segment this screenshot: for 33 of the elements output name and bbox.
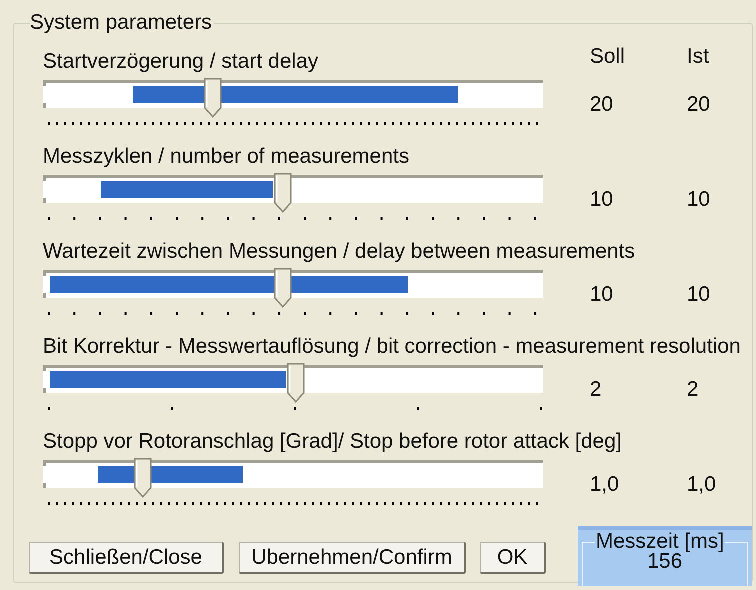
group-title: System parameters (30, 12, 214, 34)
measure-time-value: 156 (647, 551, 683, 575)
actual-value: 1,0 (687, 474, 716, 496)
slider-thumb[interactable] (274, 173, 292, 213)
slider-track[interactable] (43, 268, 543, 308)
target-value: 10 (590, 188, 614, 211)
close-button[interactable]: Schließen/Close (29, 542, 224, 574)
confirm-button[interactable]: Ubernehmen/Confirm (239, 542, 466, 574)
target-value: 1,0 (590, 473, 620, 496)
actual-value: 20 (687, 94, 710, 116)
slider-track[interactable] (43, 173, 543, 213)
target-value: 20 (590, 93, 614, 116)
slider-track[interactable] (43, 458, 543, 498)
slider-thumb[interactable] (204, 78, 222, 118)
parameter-label: Wartezeit zwischen Messungen / delay between measurements (43, 241, 636, 263)
target-value: 10 (590, 283, 614, 306)
ok-button[interactable]: OK (480, 542, 546, 574)
actual-value: 2 (687, 379, 699, 401)
parameter-label: Stopp vor Rotoranschlag [Grad]/ Stop before rotor attack [deg] (43, 431, 622, 453)
actual-value: 10 (687, 284, 710, 306)
target-value: 2 (590, 378, 602, 401)
slider-track[interactable] (43, 363, 543, 403)
actual-value: 10 (687, 189, 710, 211)
column-header: Soll (590, 45, 626, 68)
parameter-label: Bit Korrektur - Messwertauflösung / bit correction - measurement resolution (43, 336, 741, 358)
slider-thumb[interactable] (134, 458, 152, 498)
parameter-label: Startverzögerung / start delay (43, 51, 318, 73)
column-header: Ist (687, 45, 710, 68)
slider-thumb[interactable] (274, 268, 292, 308)
parameter-label: Messzyklen / number of measurements (43, 146, 410, 168)
slider-thumb[interactable] (286, 363, 304, 403)
slider-track[interactable] (43, 78, 543, 118)
measure-time-title: Messzeit [ms] (595, 531, 726, 553)
